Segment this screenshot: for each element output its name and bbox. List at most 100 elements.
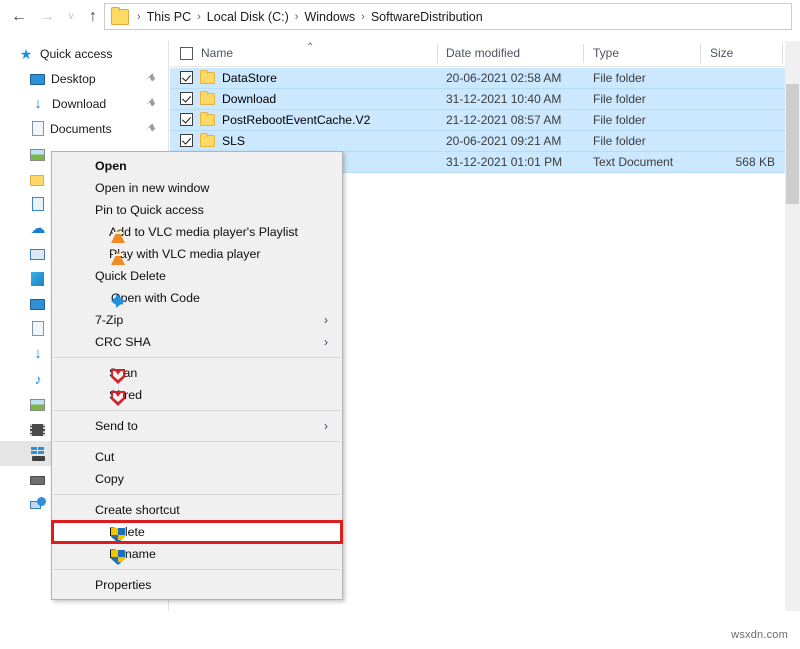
column-header-type[interactable]: Type (593, 41, 619, 66)
vscode-icon (111, 293, 127, 309)
recent-locations-button[interactable]: ∨ (60, 6, 82, 28)
menu-item-cut[interactable]: Cut (52, 446, 342, 468)
mcafee-shield-icon (111, 369, 125, 384)
sidebar-item-documents[interactable]: Documents ⚑ (0, 116, 168, 141)
column-divider[interactable] (583, 44, 584, 63)
folder-icon (30, 175, 44, 186)
sidebar-item-label: Download (52, 97, 106, 111)
this-pc-icon (30, 249, 45, 260)
menu-item-crc-sha[interactable]: CRC SHA› (52, 331, 342, 353)
menu-item-label: Cut (95, 450, 114, 464)
vlc-cone-icon (111, 251, 125, 265)
breadcrumb[interactable]: › This PC › Local Disk (C:) › Windows › … (104, 3, 792, 30)
back-button[interactable]: ← (8, 6, 30, 28)
column-header-name[interactable]: Name (201, 41, 233, 66)
column-divider[interactable] (700, 44, 701, 63)
row-checkbox[interactable] (180, 113, 193, 126)
menu-item-properties[interactable]: Properties (52, 574, 342, 596)
download-arrow-icon: ↓ (30, 96, 46, 112)
uac-shield-icon (111, 550, 125, 565)
table-row[interactable]: DataStore20-06-2021 02:58 AMFile folder (170, 68, 785, 89)
star-icon: ★ (18, 46, 34, 62)
cell-date-modified: 21-12-2021 08:57 AM (446, 110, 561, 131)
network-icon (30, 497, 46, 511)
building-icon (32, 197, 44, 211)
sidebar-item-label: Documents (50, 122, 112, 136)
cell-size (700, 89, 775, 110)
row-checkbox[interactable] (180, 134, 193, 147)
sidebar-item-quick-access[interactable]: ★ Quick access (0, 41, 168, 66)
cell-type: File folder (593, 68, 646, 89)
menu-item-7-zip[interactable]: 7-Zip› (52, 309, 342, 331)
menu-item-open[interactable]: Open (52, 155, 342, 177)
documents-icon (32, 321, 44, 336)
row-checkbox[interactable] (180, 71, 193, 84)
column-divider[interactable] (437, 44, 438, 63)
row-checkbox[interactable] (180, 92, 193, 105)
cell-size (700, 68, 775, 89)
breadcrumb-item-softwaredistribution[interactable]: SoftwareDistribution (371, 10, 483, 24)
breadcrumb-separator: › (191, 11, 207, 23)
select-all-checkbox[interactable] (180, 47, 193, 60)
windows-drive-icon (31, 447, 45, 461)
breadcrumb-separator: › (355, 11, 371, 23)
cell-type: Text Document (593, 152, 673, 173)
download-arrow-icon: ↓ (30, 346, 46, 362)
up-button[interactable]: ↑ (82, 6, 104, 28)
menu-item-delete[interactable]: Delete (52, 521, 342, 543)
menu-item-send-to[interactable]: Send to› (52, 415, 342, 437)
menu-item-create-shortcut[interactable]: Create shortcut (52, 499, 342, 521)
sidebar-item-desktop[interactable]: Desktop⚑ (0, 66, 168, 91)
cell-type: File folder (593, 89, 646, 110)
menu-item-label: Open in new window (95, 181, 209, 195)
breadcrumb-item-local-disk[interactable]: Local Disk (C:) (207, 10, 289, 24)
pin-icon: ⚑ (143, 120, 159, 136)
menu-item-label: Quick Delete (95, 269, 166, 283)
table-row[interactable]: SLS20-06-2021 09:21 AMFile folder (170, 131, 785, 152)
sort-ascending-icon: ⌃ (306, 42, 314, 54)
menu-item-play-with-vlc-media-player[interactable]: Play with VLC media player (52, 243, 342, 265)
menu-item-add-to-vlc-media-player-s-playlist[interactable]: Add to VLC media player's Playlist (52, 221, 342, 243)
breadcrumb-item-windows[interactable]: Windows (304, 10, 355, 24)
forward-button[interactable]: → (36, 6, 58, 28)
menu-item-quick-delete[interactable]: Quick Delete (52, 265, 342, 287)
menu-item-pin-to-quick-access[interactable]: Pin to Quick access (52, 199, 342, 221)
menu-item-label: Open (95, 159, 127, 173)
pin-icon: ⚑ (143, 95, 159, 111)
cloud-icon: ☁ (30, 221, 46, 237)
vertical-scrollbar[interactable] (785, 41, 800, 611)
column-header-row: Name ⌃ Date modified Type Size (170, 41, 785, 67)
cell-type: File folder (593, 110, 646, 131)
menu-separator (54, 410, 340, 411)
cell-size: 568 KB (700, 152, 775, 173)
folder-icon (200, 114, 215, 126)
breadcrumb-separator: › (289, 11, 305, 23)
breadcrumb-item-this-pc[interactable]: This PC (147, 10, 191, 24)
menu-item-scan[interactable]: Scan (52, 362, 342, 384)
menu-separator (54, 494, 340, 495)
cell-name: SLS (222, 131, 245, 152)
menu-item-copy[interactable]: Copy (52, 468, 342, 490)
3d-objects-icon (31, 272, 44, 286)
scrollbar-thumb[interactable] (786, 84, 799, 204)
drive-icon (30, 476, 45, 485)
column-header-size[interactable]: Size (710, 41, 733, 66)
menu-item-rename[interactable]: Rename (52, 543, 342, 565)
menu-item-label: Play with VLC media player (109, 247, 261, 261)
address-bar: ← → ∨ ↑ › This PC › Local Disk (C:) › Wi… (0, 0, 800, 34)
desktop-icon (30, 299, 45, 310)
sidebar-item-download[interactable]: ↓ Download ⚑ (0, 91, 168, 116)
column-divider[interactable] (782, 44, 783, 63)
breadcrumb-separator: › (131, 11, 147, 23)
menu-item-shred[interactable]: Shred (52, 384, 342, 406)
menu-separator (54, 569, 340, 570)
table-row[interactable]: Download31-12-2021 10:40 AMFile folder (170, 89, 785, 110)
menu-item-open-in-new-window[interactable]: Open in new window (52, 177, 342, 199)
menu-separator (54, 357, 340, 358)
sidebar-item-label: Quick access (40, 47, 112, 61)
cell-name: PostRebootEventCache.V2 (222, 110, 370, 131)
cell-type: File folder (593, 131, 646, 152)
column-header-date-modified[interactable]: Date modified (446, 41, 520, 66)
menu-item-open-with-code[interactable]: Open with Code (52, 287, 342, 309)
table-row[interactable]: PostRebootEventCache.V2 21-12-2021 08:57 … (170, 110, 785, 131)
